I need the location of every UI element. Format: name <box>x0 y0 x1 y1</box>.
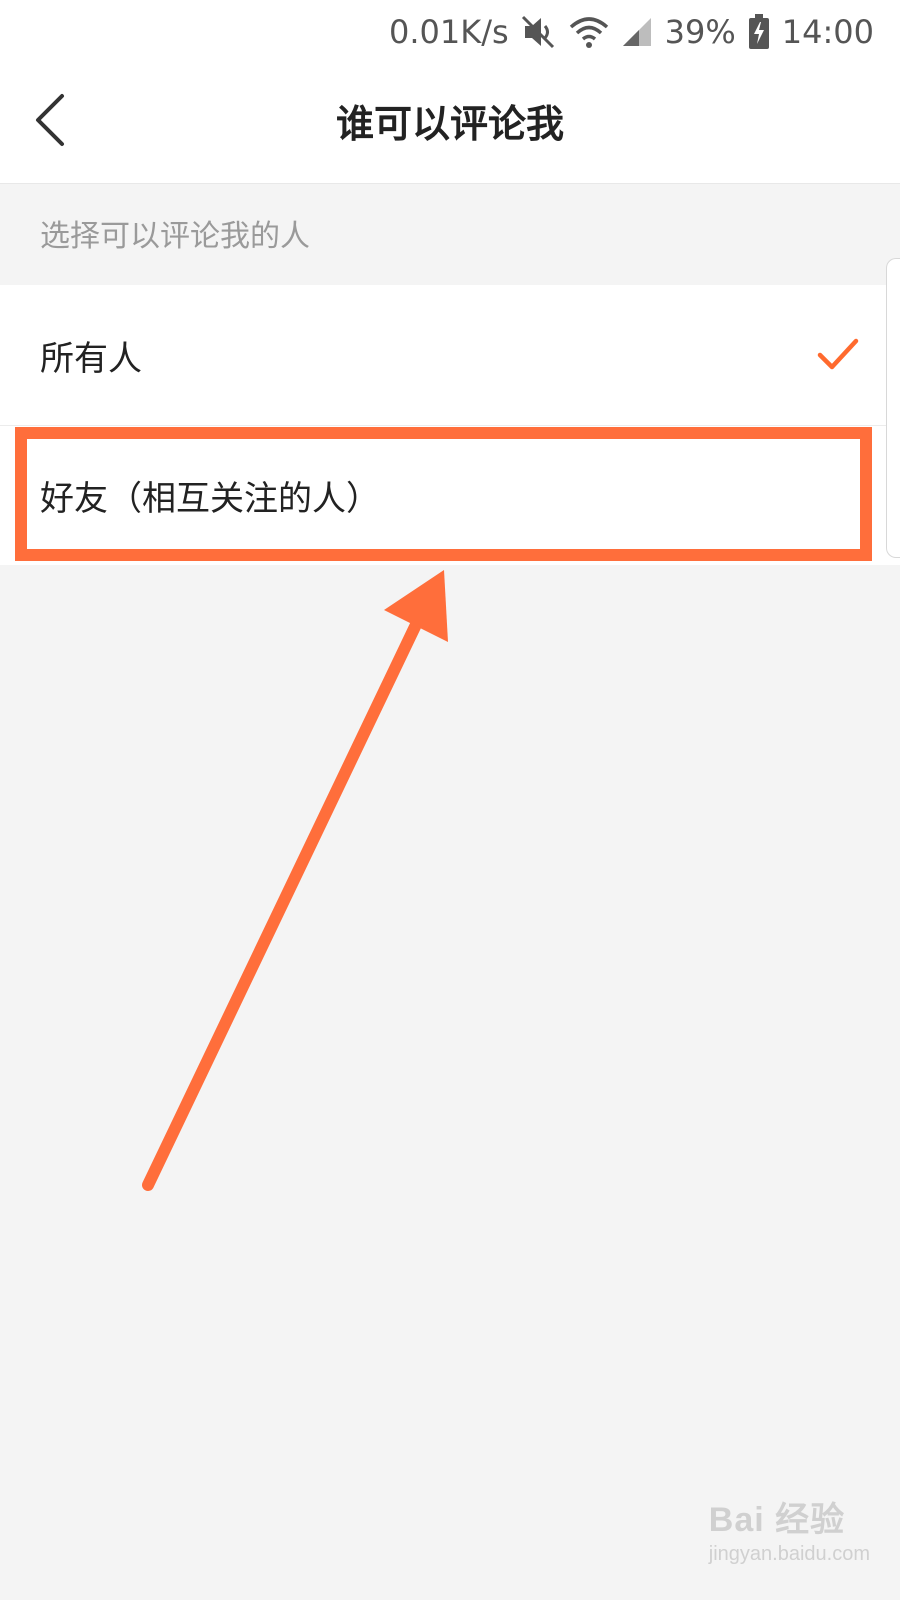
watermark-url: jingyan.baidu.com <box>708 1543 870 1565</box>
signal-icon <box>621 16 653 48</box>
option-everyone[interactable]: 所有人 <box>0 285 900 425</box>
status-bar: 0.01K/s 39% 14:00 <box>0 0 900 64</box>
edge-panel-handle[interactable] <box>886 258 900 558</box>
check-icon <box>816 335 860 375</box>
wifi-icon <box>569 15 609 49</box>
network-speed: 0.01K/s <box>388 13 509 51</box>
battery-charging-icon <box>748 14 770 50</box>
option-friends[interactable]: 好友（相互关注的人） <box>0 425 900 565</box>
mute-icon <box>521 15 557 49</box>
option-label: 好友（相互关注的人） <box>40 479 380 519</box>
watermark-logo: Bai 经验 <box>708 1501 846 1539</box>
option-list: 所有人 好友（相互关注的人） <box>0 285 900 565</box>
section-header: 选择可以评论我的人 <box>40 219 310 254</box>
nav-bar: 谁可以评论我 <box>0 64 900 184</box>
battery-percent: 39% <box>664 13 736 51</box>
status-indicators: 0.01K/s 39% 14:00 <box>389 8 874 56</box>
option-label: 所有人 <box>40 338 142 379</box>
page-title: 谁可以评论我 <box>335 102 564 146</box>
clock: 14:00 <box>781 13 874 51</box>
watermark: Bai 经验 jingyan.baidu.com <box>709 1492 870 1566</box>
